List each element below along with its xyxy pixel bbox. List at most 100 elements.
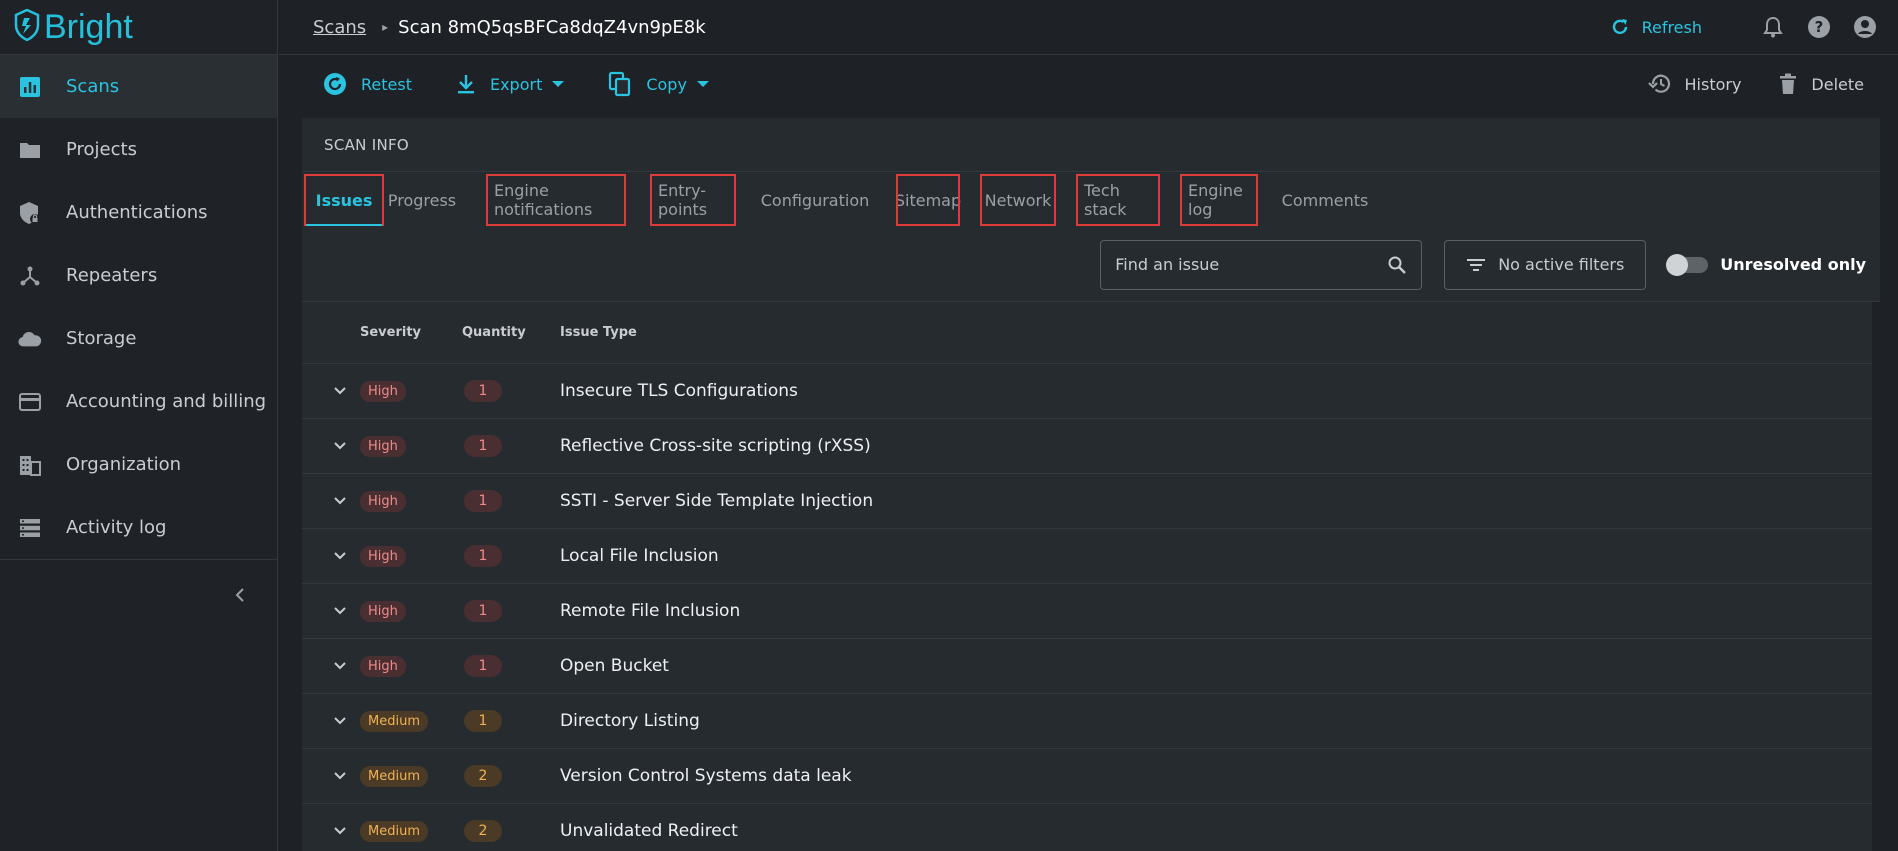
brand-name: Bright: [44, 7, 133, 46]
expand-chevron-icon[interactable]: [302, 386, 358, 396]
filters-button[interactable]: No active filters: [1444, 239, 1647, 290]
severity-badge: High: [360, 491, 406, 512]
table-row[interactable]: High 1 Remote File Inclusion: [302, 584, 1872, 639]
sidebar-item-storage[interactable]: Storage: [0, 307, 277, 370]
tab-tech-stack[interactable]: Tech stack: [1074, 172, 1162, 228]
issue-type: Reflective Cross-site scripting (rXSS): [560, 436, 871, 456]
expand-chevron-icon[interactable]: [302, 826, 358, 836]
tab-comments[interactable]: Comments: [1276, 172, 1374, 228]
retest-icon: [324, 73, 346, 95]
quantity-badge: 1: [464, 655, 502, 677]
table-row[interactable]: High 1 Reflective Cross-site scripting (rX…: [302, 419, 1872, 474]
tab-progress[interactable]: Progress: [386, 172, 458, 228]
sidebar-item-activity-log[interactable]: Activity log: [0, 496, 277, 559]
trash-icon: [1780, 73, 1797, 94]
issue-type: Open Bucket: [560, 656, 669, 676]
building-icon: [18, 453, 42, 477]
copy-label: Copy: [646, 74, 687, 94]
sidebar-item-label: Scans: [66, 76, 120, 97]
logo[interactable]: Bright: [0, 0, 277, 55]
folder-icon: [18, 138, 42, 162]
quantity-badge: 1: [464, 710, 502, 732]
tab-engine-notifications[interactable]: Engine notifications: [484, 172, 628, 228]
scan-info-panel: SCAN INFO Issues Progress Engine notificat…: [302, 118, 1880, 851]
tab-engine-log[interactable]: Engine log: [1178, 172, 1260, 228]
sidebar-item-organization[interactable]: Organization: [0, 433, 277, 496]
table-row[interactable]: Medium 2 Version Control Systems data leak: [302, 749, 1872, 804]
table-row[interactable]: High 1 Open Bucket: [302, 639, 1872, 694]
table-row[interactable]: Medium 1 Directory Listing: [302, 694, 1872, 749]
tab-issues[interactable]: Issues: [302, 172, 386, 228]
column-header-severity[interactable]: Severity: [358, 325, 456, 340]
sidebar-item-label: Organization: [66, 454, 182, 475]
expand-chevron-icon[interactable]: [302, 496, 358, 506]
sidebar-item-scans[interactable]: Scans: [0, 55, 277, 118]
scrollbar[interactable]: [1872, 302, 1880, 851]
severity-badge: Medium: [360, 711, 428, 732]
collapse-sidebar-icon[interactable]: [233, 584, 247, 609]
issue-type: Unvalidated Redirect: [560, 821, 738, 841]
issue-type: Local File Inclusion: [560, 546, 719, 566]
sidebar-item-accounting-and-billing[interactable]: Accounting and billing: [0, 370, 277, 433]
expand-chevron-icon[interactable]: [302, 606, 358, 616]
panel-title: SCAN INFO: [302, 118, 1880, 172]
severity-badge: High: [360, 656, 406, 677]
toggle-switch[interactable]: [1666, 253, 1709, 276]
sidebar-item-projects[interactable]: Projects: [0, 118, 277, 181]
expand-chevron-icon[interactable]: [302, 441, 358, 451]
cloud-icon: [18, 327, 42, 351]
filters-label: No active filters: [1498, 255, 1625, 274]
expand-chevron-icon[interactable]: [302, 771, 358, 781]
tab-sitemap[interactable]: Sitemap: [894, 172, 962, 228]
export-dropdown-icon: [552, 81, 565, 87]
expand-chevron-icon[interactable]: [302, 661, 358, 671]
svg-text:?: ?: [1815, 18, 1824, 36]
network-hub-icon: [18, 264, 42, 288]
action-bar: Retest Export Copy History Delete: [279, 56, 1898, 112]
shield-lock-icon: [18, 201, 42, 225]
table-row[interactable]: High 1 Insecure TLS Configurations: [302, 364, 1872, 419]
expand-chevron-icon[interactable]: [302, 551, 358, 561]
export-button[interactable]: Export: [456, 73, 565, 95]
issue-type: Remote File Inclusion: [560, 601, 741, 621]
retest-button[interactable]: Retest: [323, 72, 412, 96]
notifications-bell-icon[interactable]: [1760, 14, 1786, 40]
delete-button[interactable]: Delete: [1779, 73, 1864, 95]
copy-button[interactable]: Copy: [608, 71, 709, 97]
history-button[interactable]: History: [1647, 73, 1742, 95]
help-icon[interactable]: ?: [1806, 14, 1832, 40]
tab-entry-points[interactable]: Entry-points: [648, 172, 738, 228]
credit-card-icon: [18, 390, 42, 414]
quantity-badge: 1: [464, 490, 502, 512]
tab-network[interactable]: Network: [978, 172, 1058, 228]
quantity-badge: 1: [464, 435, 502, 457]
column-header-issue-type[interactable]: Issue Type: [560, 325, 637, 340]
table-row[interactable]: Medium 2 Unvalidated Redirect: [302, 804, 1872, 851]
table-row[interactable]: High 1 SSTI - Server Side Template Injecti…: [302, 474, 1872, 529]
bright-logo-icon: [14, 8, 40, 45]
sidebar-item-repeaters[interactable]: Repeaters: [0, 244, 277, 307]
refresh-button[interactable]: Refresh: [1610, 17, 1702, 37]
sidebar-item-label: Authentications: [66, 202, 208, 223]
table-row[interactable]: High 1 Local File Inclusion: [302, 529, 1872, 584]
issue-type: SSTI - Server Side Template Injection: [560, 491, 874, 511]
tab-configuration[interactable]: Configuration: [754, 172, 876, 228]
breadcrumb-separator-icon: ▸: [382, 20, 389, 34]
history-label: History: [1684, 74, 1742, 94]
expand-chevron-icon[interactable]: [302, 716, 358, 726]
search-placeholder: Find an issue: [1115, 255, 1220, 274]
export-label: Export: [489, 74, 543, 94]
unresolved-only-toggle[interactable]: Unresolved only: [1666, 253, 1866, 276]
breadcrumb-scans-link[interactable]: Scans: [313, 17, 366, 38]
sidebar-item-authentications[interactable]: Authentications: [0, 181, 277, 244]
retest-label: Retest: [361, 74, 412, 94]
table-header: Severity Quantity Issue Type: [302, 302, 1872, 364]
account-avatar-icon[interactable]: [1852, 14, 1878, 40]
refresh-icon: [1612, 19, 1627, 35]
column-header-quantity[interactable]: Quantity: [456, 325, 560, 340]
sidebar: Bright Scans Projects Authentications Repea…: [0, 0, 278, 851]
list-icon: [18, 516, 42, 540]
search-input[interactable]: Find an issue: [1100, 239, 1423, 290]
top-bar: Scans ▸ Scan 8mQ5qsBFCa8dqZ4vn9pE8k Refr…: [279, 0, 1898, 55]
issue-type: Version Control Systems data leak: [560, 766, 852, 786]
